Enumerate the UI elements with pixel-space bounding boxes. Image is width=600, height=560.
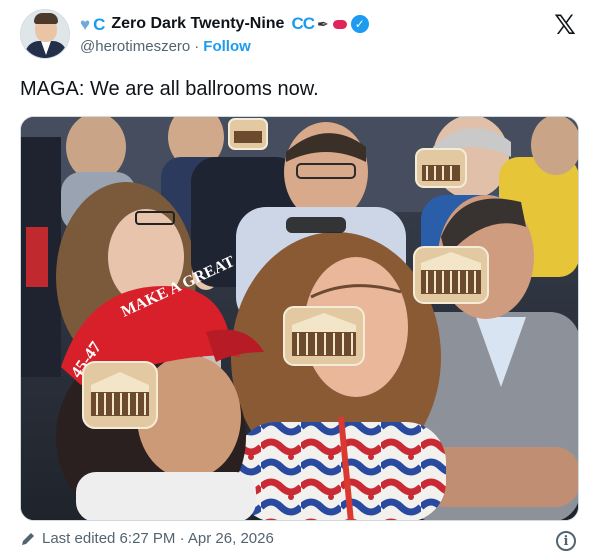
info-icon[interactable]: i [556,531,576,551]
last-edited-label[interactable]: Last edited 6:27 PM · Apr 26, 2026 [42,530,274,547]
tweet-text: MAGA: We are all ballrooms now. [20,78,319,100]
follow-button[interactable]: Follow [203,38,251,55]
handle-row: @herotimeszero · Follow [80,38,251,55]
author-handle[interactable]: @herotimeszero [80,38,190,55]
ballroom-sticker [413,246,489,304]
crowd-photo: MAKE A GREAT 45-47 [21,117,578,520]
author-avatar[interactable] [20,9,70,59]
tweet-card: ♥ C Zero Dark Twenty-Nine CC ✒ ✓ @heroti… [0,0,600,560]
ballroom-sticker [82,361,158,429]
last-edited-row[interactable]: Last edited 6:27 PM · Apr 26, 2026 [20,530,274,547]
x-logo-icon[interactable]: 𝕏 [552,12,578,39]
tweet-image[interactable]: MAKE A GREAT 45-47 [20,116,579,521]
separator-dot: · [194,38,200,55]
blue-heart-icon: ♥ [80,14,91,34]
author-display-name[interactable]: Zero Dark Twenty-Nine [111,15,284,33]
c-letter-icon: C [93,14,106,34]
ballroom-sticker [283,306,365,366]
author-name-row[interactable]: ♥ C Zero Dark Twenty-Nine CC ✒ ✓ [80,13,369,35]
ballroom-sticker [415,148,467,188]
verified-badge-icon: ✓ [350,15,369,33]
cc-letters-icon: CC [291,14,315,33]
pencil-icon [22,532,34,545]
pen-icon: ✒ [317,15,329,32]
ballroom-sticker [228,118,268,150]
lips-icon [332,19,347,29]
